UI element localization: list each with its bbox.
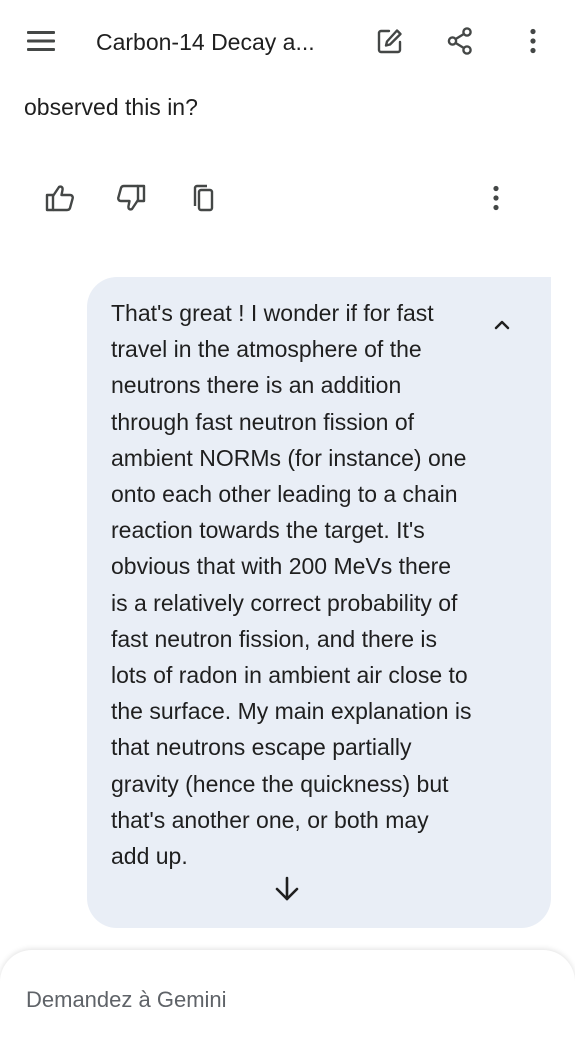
top-app-bar: Carbon-14 Decay a... [0, 0, 575, 84]
bad-response-button[interactable] [107, 174, 155, 222]
menu-button[interactable] [17, 17, 65, 65]
chevron-up-icon [494, 320, 510, 330]
copy-button[interactable] [178, 174, 226, 222]
scroll-to-bottom-button[interactable] [264, 866, 310, 912]
arrow-down-icon [275, 876, 299, 901]
collapse-message-button[interactable] [480, 303, 524, 347]
more-options-button[interactable] [509, 17, 557, 65]
prompt-input-panel [0, 950, 575, 1040]
share-button[interactable] [436, 17, 484, 65]
thumb-up-icon [45, 185, 74, 212]
response-more-button[interactable] [472, 174, 520, 222]
share-icon [447, 27, 472, 55]
conversation-title[interactable]: Carbon-14 Decay a... [96, 26, 346, 58]
user-message-bubble: That's great ! I wonder if for fast trav… [87, 277, 551, 928]
good-response-button[interactable] [36, 174, 84, 222]
copy-icon [193, 184, 214, 212]
more-vert-icon [530, 28, 536, 54]
edit-button[interactable] [366, 17, 414, 65]
previous-response-text: observed this in? [24, 94, 198, 120]
thumb-down-icon [117, 184, 146, 211]
user-message-text: That's great ! I wonder if for fast trav… [111, 300, 472, 870]
more-vert-icon [493, 185, 499, 211]
edit-icon [377, 29, 402, 54]
prompt-input[interactable] [26, 980, 526, 1020]
menu-icon [27, 31, 55, 51]
